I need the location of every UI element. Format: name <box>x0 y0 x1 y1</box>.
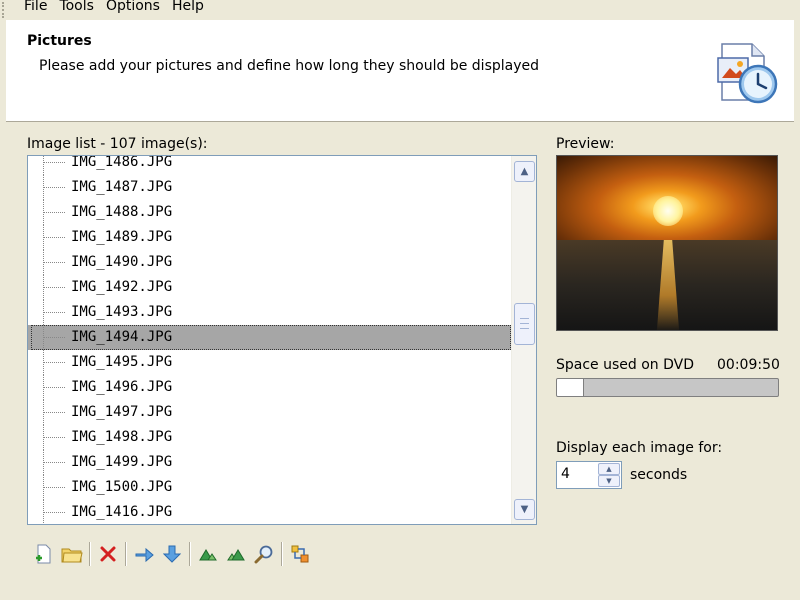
list-item[interactable]: IMG_1496.JPG <box>28 375 511 400</box>
dvd-space-label: Space used on DVD <box>556 357 695 373</box>
duration-value[interactable]: 4 <box>561 466 570 482</box>
list-item[interactable]: IMG_1487.JPG <box>28 175 511 200</box>
menu-help[interactable]: Help <box>166 0 210 13</box>
list-item-label: IMG_1489.JPG <box>71 229 173 245</box>
list-item-label: IMG_1500.JPG <box>71 479 173 495</box>
scroll-thumb[interactable] <box>514 303 535 345</box>
list-item[interactable]: IMG_1498.JPG <box>28 425 511 450</box>
list-item-label: IMG_1494.JPG <box>71 329 173 345</box>
pictures-clock-icon <box>717 43 778 104</box>
preview-label: Preview: <box>556 136 615 152</box>
add-folder-icon[interactable] <box>58 540 86 568</box>
list-item-label: IMG_1493.JPG <box>71 304 173 320</box>
list-scrollbar[interactable]: ▲ ▼ <box>511 156 536 524</box>
dvd-space-progress <box>556 378 779 397</box>
scroll-down-button[interactable]: ▼ <box>514 499 535 520</box>
scroll-up-button[interactable]: ▲ <box>514 161 535 182</box>
list-item-label: IMG_1488.JPG <box>71 204 173 220</box>
list-item[interactable]: IMG_1486.JPG <box>28 155 511 175</box>
move-down-icon[interactable] <box>158 540 186 568</box>
page-subtitle: Please add your pictures and define how … <box>39 58 540 74</box>
list-item[interactable]: IMG_1416.JPG <box>28 500 511 524</box>
list-item[interactable]: IMG_1493.JPG <box>28 300 511 325</box>
list-item[interactable]: IMG_1495.JPG <box>28 350 511 375</box>
menu-options[interactable]: Options <box>100 0 166 13</box>
list-toolbar <box>30 540 314 568</box>
list-item-label: IMG_1499.JPG <box>71 454 173 470</box>
rotate-right-icon[interactable] <box>222 540 250 568</box>
list-item[interactable]: IMG_1494.JPG <box>28 325 511 350</box>
image-list[interactable]: IMG_1486.JPG IMG_1487.JPG IMG_1488.JPG IMG_… <box>27 155 537 525</box>
preview-image <box>556 155 778 331</box>
list-item-label: IMG_1497.JPG <box>71 404 173 420</box>
list-item-label: IMG_1490.JPG <box>71 254 173 270</box>
image-list-label: Image list - 107 image(s): <box>27 136 208 152</box>
add-file-icon[interactable] <box>30 540 58 568</box>
menu-grip <box>2 2 6 18</box>
wizard-header: Pictures Please add your pictures and de… <box>0 20 800 122</box>
list-item-label: IMG_1495.JPG <box>71 354 173 370</box>
dvd-space-time: 00:09:50 <box>717 357 780 373</box>
duration-spinner[interactable]: 4 ▲ ▼ <box>556 461 622 489</box>
spin-down-button[interactable]: ▼ <box>598 475 620 487</box>
list-item[interactable]: IMG_1499.JPG <box>28 450 511 475</box>
list-item-label: IMG_1416.JPG <box>71 504 173 520</box>
move-up-icon[interactable] <box>130 540 158 568</box>
menu-file[interactable]: File <box>18 0 53 13</box>
properties-icon[interactable] <box>286 540 314 568</box>
list-item[interactable]: IMG_1497.JPG <box>28 400 511 425</box>
display-duration-label: Display each image for: <box>556 440 723 456</box>
list-item-label: IMG_1496.JPG <box>71 379 173 395</box>
list-item[interactable]: IMG_1492.JPG <box>28 275 511 300</box>
menu-bar: File Tools Options Help <box>0 0 800 20</box>
rotate-left-icon[interactable] <box>194 540 222 568</box>
menu-tools[interactable]: Tools <box>53 0 100 13</box>
dvd-space-fill <box>557 379 584 396</box>
delete-icon[interactable] <box>94 540 122 568</box>
list-item-label: IMG_1498.JPG <box>71 429 173 445</box>
list-item[interactable]: IMG_1488.JPG <box>28 200 511 225</box>
list-item[interactable]: IMG_1500.JPG <box>28 475 511 500</box>
list-item-label: IMG_1486.JPG <box>71 155 173 170</box>
duration-unit: seconds <box>630 467 688 483</box>
list-item-label: IMG_1492.JPG <box>71 279 173 295</box>
list-item[interactable]: IMG_1490.JPG <box>28 250 511 275</box>
page-title: Pictures <box>27 33 92 49</box>
list-item-label: IMG_1487.JPG <box>71 179 173 195</box>
spin-up-button[interactable]: ▲ <box>598 463 620 475</box>
list-item[interactable]: IMG_1489.JPG <box>28 225 511 250</box>
zoom-icon[interactable] <box>250 540 278 568</box>
